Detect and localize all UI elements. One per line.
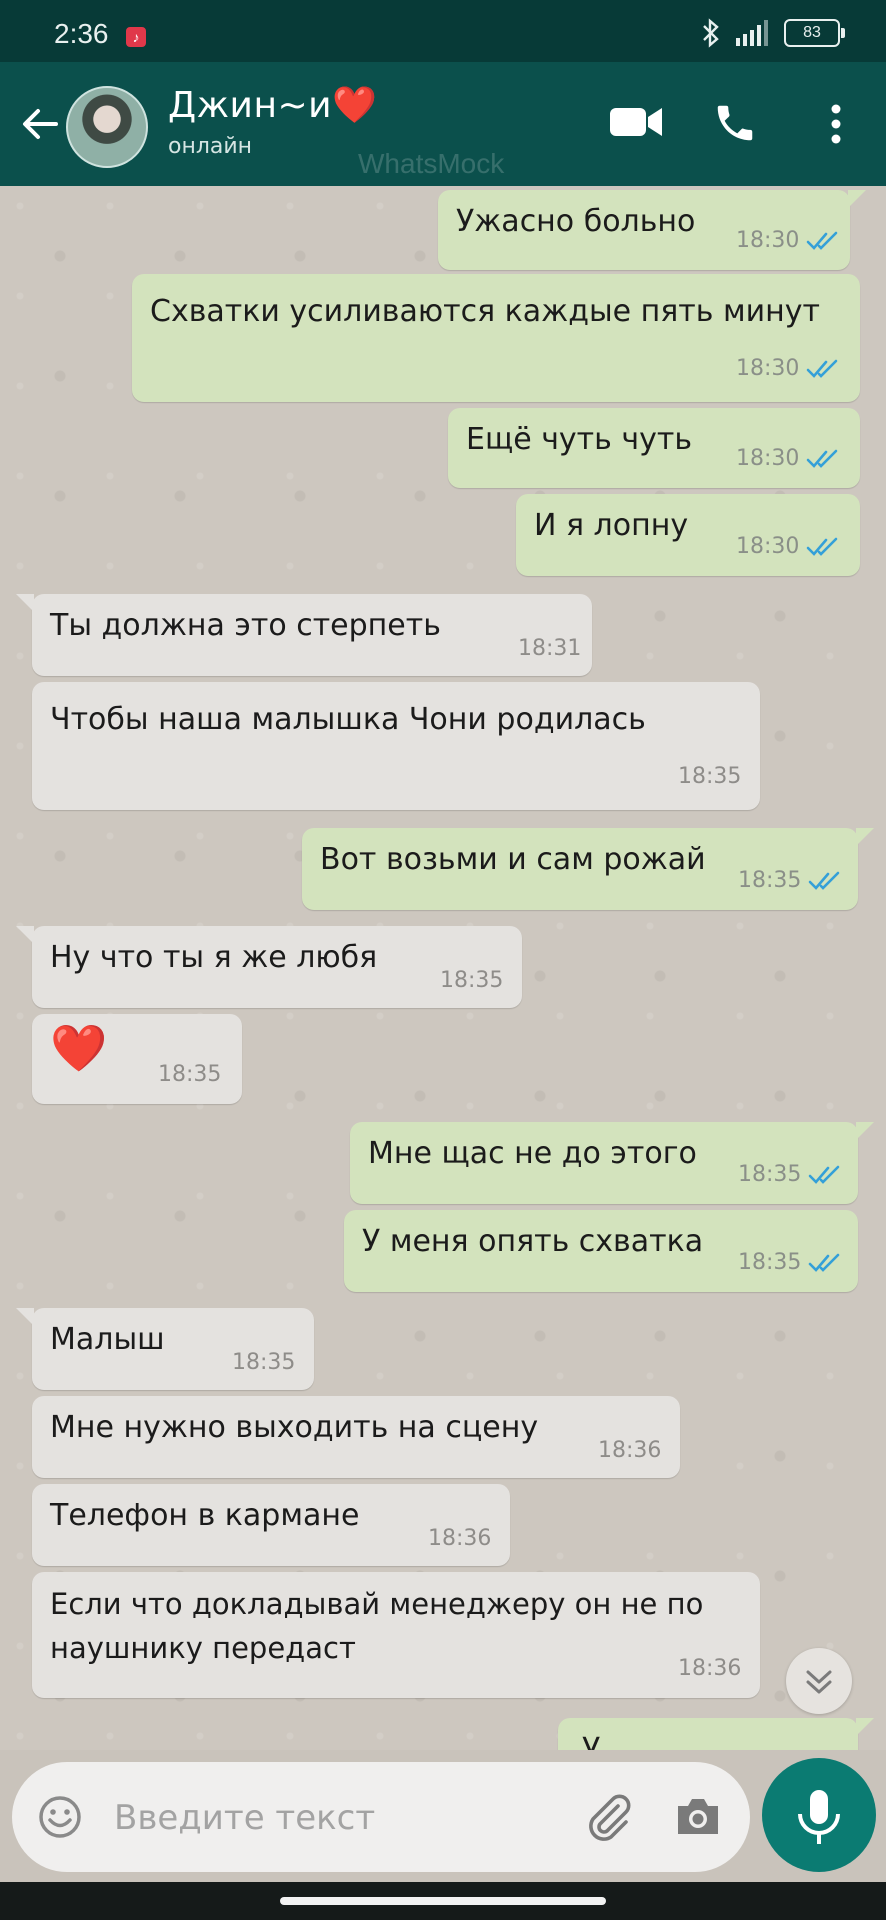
paperclip-icon[interactable]	[584, 1792, 634, 1842]
message-text: У меня опять схватка	[362, 1224, 704, 1259]
message-time: 18:30	[736, 228, 800, 253]
message-incoming[interactable]: Чтобы наша малышка Чони родилась 18:35	[32, 682, 760, 810]
message-text: И я лопну	[534, 508, 689, 543]
message-time: 18:35	[738, 868, 802, 893]
message-text: Мне нужно выходить на сцену	[50, 1410, 539, 1445]
message-text: Вот возьми и сам рожай	[320, 842, 706, 877]
camera-icon[interactable]	[674, 1794, 722, 1838]
battery-indicator: 83	[784, 19, 845, 47]
chevron-double-down-icon	[806, 1670, 832, 1694]
message-time: 18:30	[736, 356, 800, 381]
more-vertical-icon[interactable]	[824, 102, 848, 146]
read-ticks-icon	[806, 359, 838, 378]
watermark: WhatsMock	[358, 148, 505, 179]
message-incoming[interactable]: ❤️ 18:35	[32, 1014, 242, 1104]
phone-icon[interactable]	[712, 100, 758, 146]
scroll-down-button[interactable]	[786, 1648, 852, 1714]
status-time: 2:36	[54, 18, 109, 49]
message-time: 18:35	[678, 764, 742, 789]
message-time: 18:35	[440, 968, 504, 993]
message-text: У	[582, 1732, 601, 1750]
message-outgoing[interactable]: Ужасно больно 18:30	[438, 190, 866, 270]
status-indicators: 83	[700, 18, 845, 48]
message-time: 18:31	[518, 636, 582, 661]
message-input-bar	[12, 1762, 750, 1872]
message-input[interactable]	[112, 1792, 576, 1844]
signal-icon	[736, 20, 768, 46]
chat-area[interactable]: Ужасно больно 18:30 Схватки усиливаются …	[0, 186, 886, 1750]
avatar[interactable]	[66, 86, 148, 168]
message-text: Малыш	[50, 1322, 165, 1357]
read-ticks-icon	[806, 449, 838, 468]
message-text: ❤️	[50, 1021, 108, 1075]
read-ticks-icon	[806, 537, 838, 556]
message-text: Ты должна это стерпеть	[50, 608, 441, 643]
read-ticks-icon	[806, 231, 838, 250]
message-outgoing[interactable]: Вот возьми и сам рожай 18:35	[302, 828, 874, 910]
chat-header: Джин~и❤️ онлайн WhatsMock	[0, 62, 886, 186]
home-indicator[interactable]	[280, 1897, 606, 1905]
status-bar: 2:36 ♪ 83	[0, 0, 886, 62]
read-ticks-icon	[808, 1165, 840, 1184]
message-outgoing[interactable]: И я лопну 18:30	[516, 494, 860, 576]
bluetooth-icon	[703, 18, 719, 48]
video-camera-icon[interactable]	[608, 104, 664, 140]
message-text: Ещё чуть чуть	[466, 422, 693, 457]
message-incoming[interactable]: Малыш 18:35	[16, 1308, 314, 1390]
message-incoming[interactable]: Ты должна это стерпеть 18:31	[16, 594, 592, 676]
message-text: Ну что ты я же любя	[50, 940, 378, 975]
message-time: 18:36	[598, 1438, 662, 1463]
message-incoming[interactable]: Ну что ты я же любя 18:35	[16, 926, 522, 1008]
arrow-left-icon[interactable]	[18, 102, 62, 146]
message-time: 18:35	[738, 1250, 802, 1275]
message-incoming[interactable]: Мне нужно выходить на сцену 18:36	[32, 1396, 680, 1478]
music-notification-icon: ♪	[126, 27, 146, 47]
message-outgoing[interactable]: Ещё чуть чуть 18:30	[448, 408, 860, 488]
message-outgoing[interactable]: Схватки усиливаются каждые пять минут 18…	[132, 274, 860, 402]
message-text: Чтобы наша малышка Чони родилась	[50, 702, 646, 737]
message-outgoing[interactable]: У меня опять схватка 18:35	[344, 1210, 858, 1292]
message-incoming[interactable]: Телефон в кармане 18:36	[32, 1484, 510, 1566]
message-time: 18:35	[738, 1162, 802, 1187]
message-text: Телефон в кармане	[50, 1498, 360, 1533]
message-time: 18:36	[678, 1656, 742, 1681]
contact-status: онлайн	[168, 134, 253, 159]
read-ticks-icon	[808, 871, 840, 890]
microphone-icon	[798, 1790, 840, 1844]
contact-name[interactable]: Джин~и❤️	[168, 84, 377, 126]
message-time: 18:30	[736, 534, 800, 559]
message-text: Ужасно больно	[456, 204, 696, 239]
message-text: Если что докладывай менеджеру он не по н…	[50, 1587, 704, 1665]
emoji-icon[interactable]	[38, 1795, 82, 1839]
message-time: 18:35	[158, 1062, 222, 1087]
message-incoming[interactable]: Если что докладывай менеджеру он не по н…	[32, 1572, 760, 1698]
message-outgoing[interactable]: У	[558, 1718, 874, 1750]
message-text: Схватки усиливаются каждые пять минут	[150, 294, 820, 329]
message-time: 18:35	[232, 1350, 296, 1375]
message-time: 18:36	[428, 1526, 492, 1551]
read-ticks-icon	[808, 1253, 840, 1272]
mic-button[interactable]	[762, 1758, 876, 1872]
message-time: 18:30	[736, 446, 800, 471]
message-outgoing[interactable]: Мне щас не до этого 18:35	[350, 1122, 874, 1204]
message-text: Мне щас не до этого	[368, 1136, 697, 1171]
